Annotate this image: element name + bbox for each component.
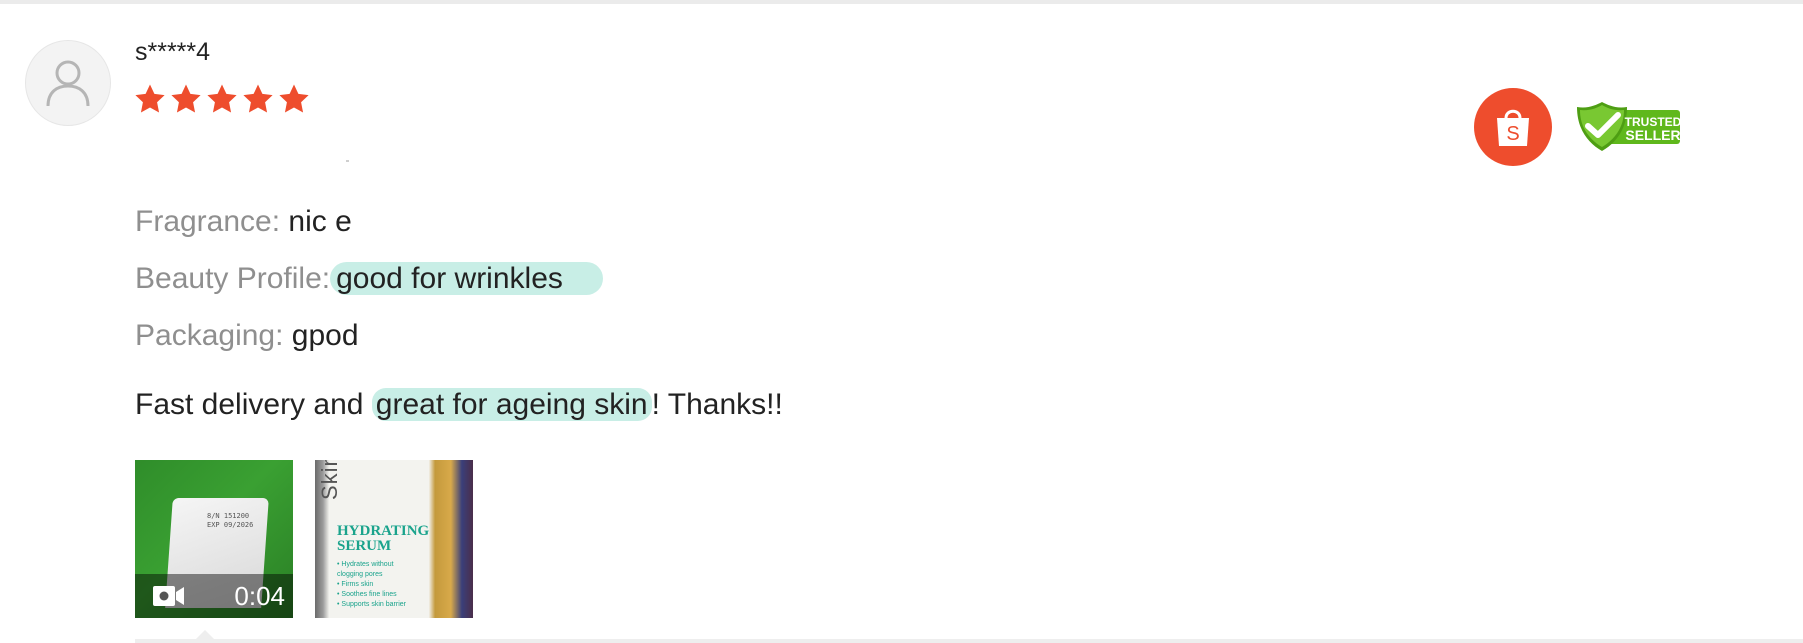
reviewer-username[interactable]: s*****4 (135, 38, 210, 67)
comment-text-after: ! Thanks!! (651, 388, 783, 421)
product-title-line2: SERUM (337, 538, 392, 554)
attribute-value: gpod (291, 319, 359, 352)
product-bullet: • Supports skin barrier (337, 601, 406, 608)
comment-highlight: great for ageing skin (371, 388, 652, 421)
shopping-bag-icon: S (1497, 109, 1529, 146)
top-divider (0, 0, 1803, 4)
video-print-line2: EXP 09/2026 (207, 521, 254, 529)
rating-stars (133, 82, 311, 116)
star-icon (135, 84, 165, 113)
review-media: 8/N 151200 EXP 09/2026 0:04 Skin HYDRATI… (135, 460, 473, 618)
video-box-print: 8/N 151200 EXP 09/2026 (207, 512, 253, 530)
separator-dot (346, 160, 349, 162)
star-icon (279, 84, 309, 113)
photo-thumbnail[interactable]: Skin HYDRATING SERUM • Hydrates without … (315, 460, 473, 618)
comment-text-before: Fast delivery and (135, 388, 372, 421)
product-bullet: • Hydrates without (337, 561, 394, 568)
video-camera-icon (153, 586, 184, 606)
avatar[interactable] (25, 40, 111, 126)
attribute-label: Packaging: (135, 319, 284, 352)
shield-check-icon: TRUSTED SELLER (1577, 102, 1682, 151)
attribute-label: Fragrance: (135, 205, 281, 238)
bottom-divider (135, 639, 1803, 643)
review-comment: Fast delivery and great for ageing skin!… (135, 385, 783, 425)
video-duration: 0:04 (234, 580, 285, 611)
trusted-line2: SELLER (1625, 127, 1680, 143)
review-card: s*****4 S TRUSTED SELLER Fragrance: nic … (0, 0, 1803, 643)
attribute-value: nic e (288, 205, 352, 238)
product-bullet: clogging pores (337, 571, 383, 578)
star-icon (171, 84, 201, 113)
attribute-value-highlighted: good for wrinkles (330, 262, 603, 295)
product-title-line1: HYDRATING (337, 523, 430, 539)
user-silhouette-icon (46, 60, 90, 107)
video-thumbnail[interactable]: 8/N 151200 EXP 09/2026 0:04 (135, 460, 293, 618)
product-bullet: • Firms skin (337, 581, 374, 588)
shopee-letter: S (1506, 123, 1519, 145)
attribute-label: Beauty Profile: (135, 262, 331, 295)
star-icon (243, 84, 273, 113)
product-brand-text: Skin (317, 460, 342, 500)
product-bullets: • Hydrates without clogging pores • Firm… (337, 560, 406, 610)
attribute-beauty-profile: Beauty Profile: good for wrinkles (135, 259, 603, 299)
attribute-packaging: Packaging: gpod (135, 316, 359, 356)
product-title: HYDRATING SERUM (337, 524, 429, 554)
star-icon (207, 84, 237, 113)
video-info-bar: 0:04 (135, 574, 293, 618)
video-print-line1: 8/N 151200 (207, 512, 250, 520)
product-bullet: • Soothes fine lines (337, 591, 397, 598)
attribute-fragrance: Fragrance: nic e (135, 202, 352, 242)
trusted-seller-badge[interactable]: TRUSTED SELLER (1574, 101, 1682, 153)
seller-badges: S TRUSTED SELLER (1474, 88, 1682, 166)
shopee-badge[interactable]: S (1474, 88, 1552, 166)
